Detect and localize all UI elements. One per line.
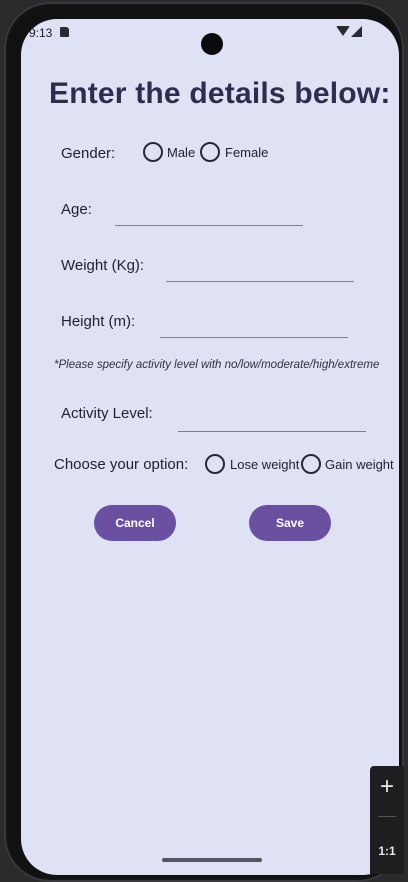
gain-weight-label[interactable]: Gain weight bbox=[325, 457, 394, 472]
female-radio[interactable] bbox=[200, 142, 220, 162]
age-label: Age: bbox=[61, 201, 92, 218]
weight-label: Weight (Kg): bbox=[61, 257, 145, 274]
age-input[interactable] bbox=[115, 203, 303, 226]
home-indicator[interactable] bbox=[162, 858, 262, 862]
weight-input[interactable] bbox=[166, 259, 354, 282]
female-radio-label[interactable]: Female bbox=[225, 145, 268, 160]
wifi-icon bbox=[336, 26, 350, 36]
signal-icon bbox=[351, 26, 362, 37]
zoom-out-button[interactable] bbox=[378, 816, 396, 817]
lose-weight-label[interactable]: Lose weight bbox=[230, 457, 299, 472]
status-time: 9:13 bbox=[29, 26, 53, 40]
zoom-in-button[interactable]: + bbox=[370, 772, 404, 802]
activity-hint: *Please specify activity level with no/l… bbox=[54, 359, 380, 371]
height-label: Height (m): bbox=[61, 313, 136, 330]
option-label: Choose your option: bbox=[54, 456, 189, 473]
zoom-panel: + 1:1 bbox=[370, 766, 404, 874]
height-input[interactable] bbox=[160, 315, 348, 338]
sd-card-icon bbox=[60, 27, 69, 37]
male-radio[interactable] bbox=[143, 142, 163, 162]
page-title: Enter the details below: bbox=[49, 77, 391, 110]
male-radio-label[interactable]: Male bbox=[167, 145, 195, 160]
gain-weight-radio[interactable] bbox=[301, 454, 321, 474]
zoom-reset-button[interactable]: 1:1 bbox=[370, 840, 404, 862]
gender-label: Gender: bbox=[61, 145, 116, 162]
cancel-button[interactable]: Cancel bbox=[94, 505, 176, 541]
app-screen: 9:13 Enter the details below: Gender: Ma… bbox=[21, 19, 399, 875]
lose-weight-radio[interactable] bbox=[205, 454, 225, 474]
activity-input[interactable] bbox=[178, 409, 366, 432]
camera-cutout bbox=[201, 33, 223, 55]
activity-label: Activity Level: bbox=[61, 405, 153, 422]
save-button[interactable]: Save bbox=[249, 505, 331, 541]
